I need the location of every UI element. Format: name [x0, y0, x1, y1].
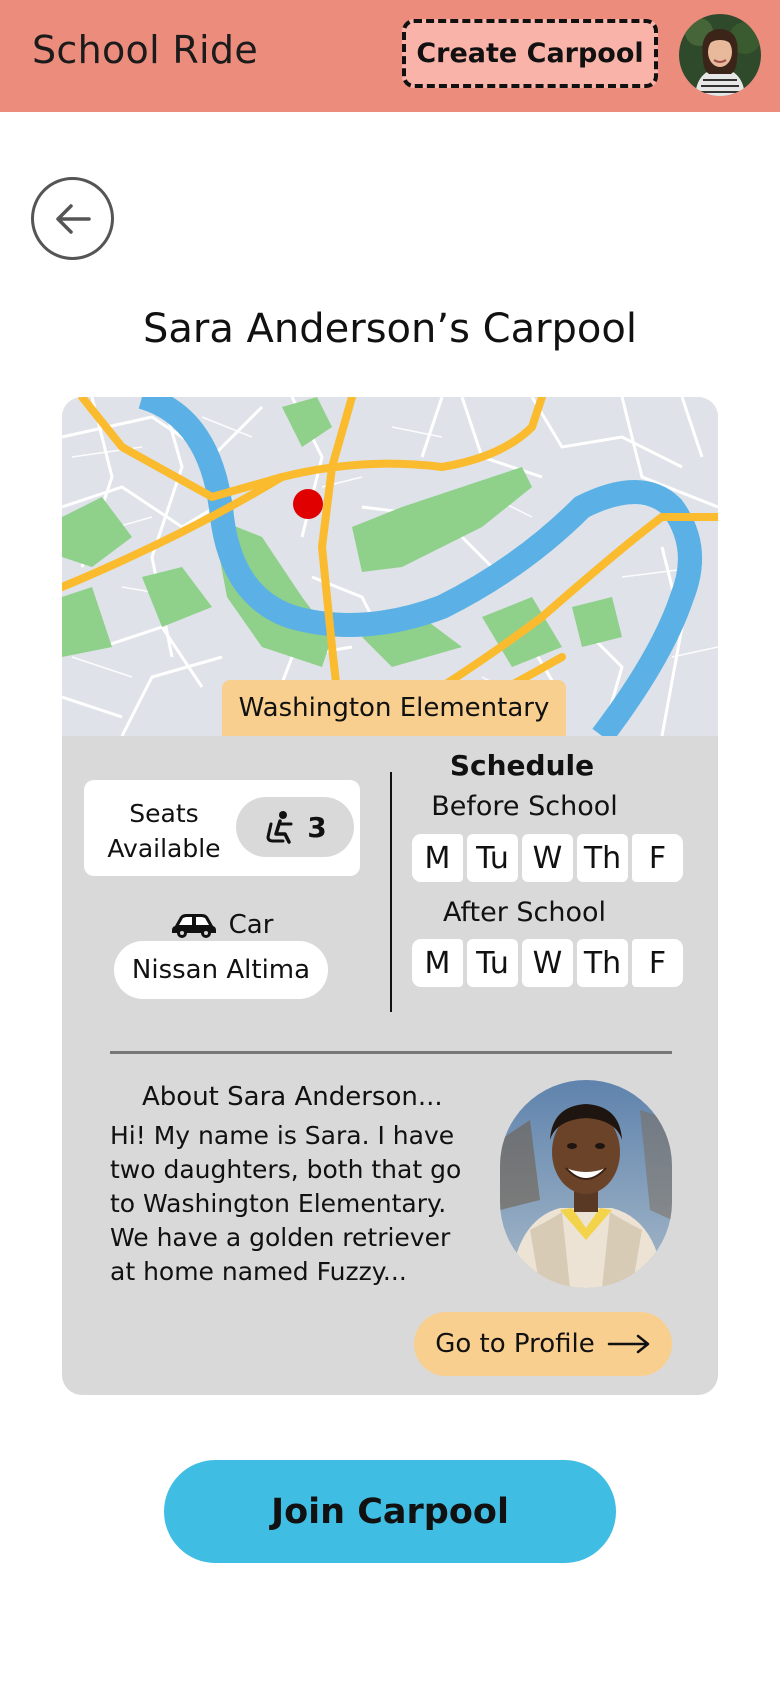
day-after-wednesday[interactable]: W — [522, 939, 573, 987]
day-before-wednesday[interactable]: W — [522, 834, 573, 882]
day-before-tuesday[interactable]: Tu — [467, 834, 518, 882]
car-icon — [171, 914, 216, 938]
avatar-image — [679, 14, 761, 96]
go-to-profile-button[interactable]: Go to Profile — [414, 1312, 672, 1376]
page-title: Sara Anderson’s Carpool — [142, 306, 637, 352]
day-after-monday[interactable]: M — [412, 939, 463, 987]
day-after-thursday[interactable]: Th — [577, 939, 628, 987]
day-after-friday[interactable]: F — [632, 939, 683, 987]
school-label: Washington Elementary — [222, 680, 566, 736]
seats-count: 3 — [307, 810, 327, 844]
app-brand[interactable]: School Ride — [32, 28, 258, 72]
carpool-card: Washington Elementary Seats Available 3 … — [62, 397, 718, 1395]
arrow-right-icon — [607, 1334, 650, 1354]
after-school-label: After School — [442, 897, 607, 928]
driver-photo — [500, 1080, 672, 1288]
section-divider — [390, 772, 392, 1012]
about-title: About Sara Anderson... — [142, 1082, 443, 1112]
app-header: School Ride Create Carpool — [0, 0, 780, 112]
day-after-tuesday[interactable]: Tu — [467, 939, 518, 987]
about-divider — [110, 1051, 672, 1054]
location-marker — [293, 489, 323, 519]
before-school-days: M Tu W Th F — [412, 834, 684, 882]
about-text: Hi! My name is Sara. I have two daughter… — [110, 1121, 462, 1286]
user-avatar[interactable] — [679, 14, 761, 96]
before-school-label: Before School — [431, 791, 618, 822]
profile-photo — [500, 1080, 672, 1288]
back-button[interactable] — [31, 177, 114, 260]
seats-label: Seats Available — [107, 799, 221, 863]
create-carpool-button[interactable]: Create Carpool — [402, 19, 658, 88]
schedule-title: Schedule — [449, 749, 595, 782]
seats-count-pill: 3 — [236, 797, 354, 857]
after-school-days: M Tu W Th F — [412, 939, 684, 987]
seats-available-box: Seats Available 3 — [84, 780, 360, 876]
day-before-friday[interactable]: F — [632, 834, 683, 882]
car-row: Car — [102, 905, 342, 945]
arrow-left-icon — [55, 203, 91, 234]
car-label: Car — [228, 910, 274, 940]
day-before-monday[interactable]: M — [412, 834, 463, 882]
car-seat-icon — [266, 811, 293, 844]
day-before-thursday[interactable]: Th — [577, 834, 628, 882]
go-to-profile-label: Go to Profile — [435, 1329, 595, 1359]
join-carpool-button[interactable]: Join Carpool — [164, 1460, 616, 1563]
car-model: Nissan Altima — [114, 941, 328, 999]
